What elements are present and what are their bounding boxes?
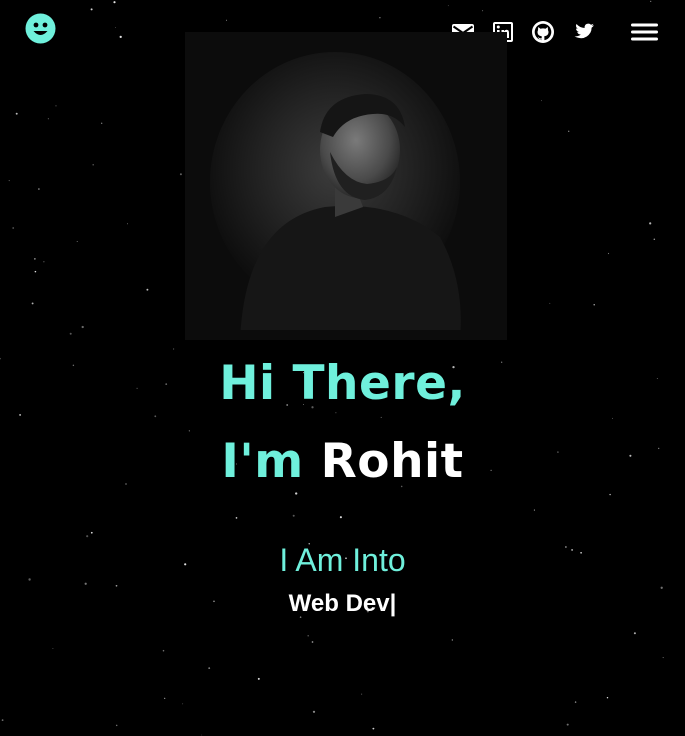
person-name: Rohit bbox=[320, 434, 464, 489]
star bbox=[55, 105, 57, 107]
star bbox=[92, 164, 94, 166]
star bbox=[650, 0, 652, 3]
star bbox=[90, 531, 93, 534]
star bbox=[312, 710, 316, 713]
star bbox=[90, 8, 93, 11]
star bbox=[606, 696, 609, 699]
star bbox=[8, 180, 10, 182]
star bbox=[86, 535, 89, 538]
star bbox=[179, 173, 182, 176]
star bbox=[201, 734, 203, 736]
twitter-icon[interactable] bbox=[571, 20, 595, 44]
star bbox=[660, 586, 663, 589]
star bbox=[226, 19, 227, 21]
star bbox=[146, 288, 149, 291]
star bbox=[372, 727, 375, 730]
star bbox=[84, 582, 87, 585]
star bbox=[43, 261, 45, 263]
star bbox=[47, 118, 49, 120]
star bbox=[119, 35, 122, 39]
star bbox=[633, 632, 636, 635]
star bbox=[235, 517, 238, 519]
star bbox=[154, 415, 157, 418]
github-icon[interactable] bbox=[531, 20, 555, 44]
star bbox=[182, 703, 184, 705]
smiley-face-icon[interactable] bbox=[25, 13, 56, 44]
star bbox=[451, 639, 453, 641]
star bbox=[162, 649, 165, 652]
star bbox=[607, 252, 610, 255]
star bbox=[115, 27, 116, 28]
star bbox=[482, 10, 484, 12]
greeting-heading: Hi There, bbox=[0, 356, 685, 411]
intro-prefix: I'm bbox=[221, 434, 304, 489]
star bbox=[113, 1, 116, 4]
star bbox=[653, 238, 656, 240]
star bbox=[19, 413, 22, 416]
star bbox=[568, 130, 570, 132]
star bbox=[379, 17, 381, 19]
star bbox=[76, 241, 78, 242]
star bbox=[566, 723, 569, 726]
star bbox=[292, 514, 295, 517]
star bbox=[295, 492, 298, 495]
star bbox=[649, 222, 652, 225]
star bbox=[31, 302, 34, 305]
name-heading: I'm Rohit bbox=[0, 434, 685, 489]
profile-photo bbox=[185, 32, 507, 340]
star bbox=[311, 641, 314, 643]
star bbox=[115, 724, 118, 727]
star bbox=[533, 509, 535, 511]
star bbox=[380, 416, 382, 418]
star bbox=[38, 188, 40, 190]
star bbox=[81, 325, 84, 329]
typing-role-text: Web Dev| bbox=[288, 590, 397, 617]
star bbox=[12, 227, 15, 229]
star bbox=[52, 648, 54, 649]
greeting-text: Hi There, bbox=[219, 356, 466, 411]
star bbox=[593, 304, 595, 306]
star bbox=[173, 348, 175, 350]
star bbox=[574, 701, 577, 703]
star bbox=[1, 719, 4, 721]
star bbox=[15, 112, 18, 115]
star bbox=[361, 693, 363, 695]
star bbox=[188, 430, 190, 432]
star bbox=[549, 302, 551, 304]
star bbox=[208, 667, 211, 669]
star bbox=[34, 270, 37, 273]
star bbox=[69, 332, 72, 335]
star bbox=[612, 417, 613, 419]
star bbox=[662, 657, 664, 659]
hero-section: Hi There, I'm Rohit I Am Into Web Dev| bbox=[0, 0, 685, 736]
star bbox=[101, 122, 103, 124]
star bbox=[115, 584, 118, 587]
star bbox=[447, 5, 449, 7]
star bbox=[257, 677, 260, 680]
star bbox=[127, 223, 129, 225]
star bbox=[540, 100, 543, 102]
star bbox=[164, 697, 166, 699]
hamburger-menu-icon[interactable] bbox=[628, 20, 660, 44]
star bbox=[34, 258, 36, 260]
star bbox=[307, 635, 309, 637]
star bbox=[609, 493, 611, 496]
star bbox=[339, 516, 342, 519]
star bbox=[335, 412, 337, 414]
subtitle-text: I Am Into bbox=[279, 542, 406, 578]
